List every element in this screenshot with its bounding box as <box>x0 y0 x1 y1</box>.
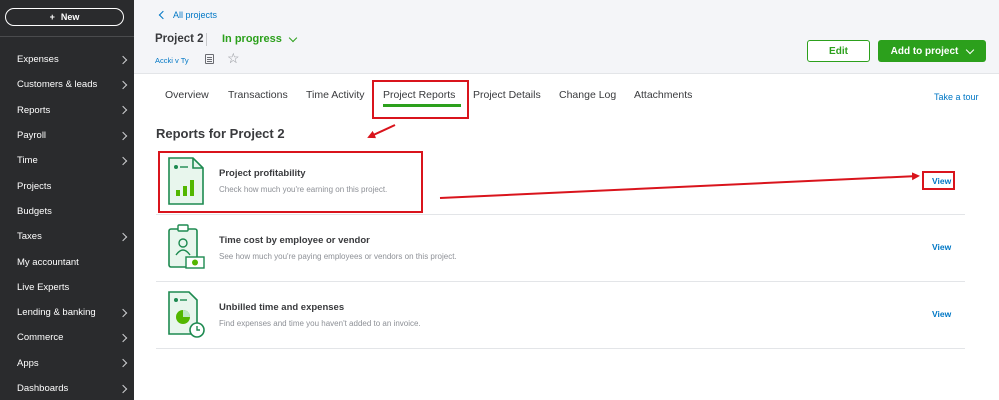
sidebar-item-time[interactable]: Time <box>0 148 134 173</box>
sidebar-item-lending-banking[interactable]: Lending & banking <box>0 300 134 325</box>
report-row-unbilled: Unbilled time and expenses Find expenses… <box>156 282 965 349</box>
chevron-right-icon <box>118 55 128 64</box>
sidebar-divider <box>0 36 134 37</box>
sidebar-nav: Expenses Customers & leads Reports Payro… <box>0 47 134 400</box>
add-to-project-button[interactable]: Add to project <box>878 40 986 62</box>
annotation-box-project-reports-tab <box>372 80 469 119</box>
new-button[interactable]: + New <box>5 8 124 26</box>
project-title: Project 2 <box>155 33 204 45</box>
chevron-right-icon <box>118 131 128 140</box>
sidebar-item-expenses[interactable]: Expenses <box>0 47 134 72</box>
time-cost-report-icon <box>168 224 205 269</box>
tab-change-log[interactable]: Change Log <box>559 89 616 101</box>
title-divider <box>206 33 207 46</box>
edit-button[interactable]: Edit <box>807 40 870 62</box>
new-button-label: New <box>60 12 80 22</box>
star-icon[interactable]: ☆ <box>227 50 240 67</box>
tab-time-activity[interactable]: Time Activity <box>306 89 365 101</box>
status-dropdown[interactable]: In progress <box>222 33 298 45</box>
chevron-right-icon <box>118 105 128 115</box>
sidebar-item-budgets[interactable]: Budgets <box>0 199 134 224</box>
tab-project-details[interactable]: Project Details <box>473 89 541 101</box>
tab-transactions[interactable]: Transactions <box>228 89 288 101</box>
chevron-down-icon <box>966 45 975 54</box>
report-title[interactable]: Time cost by employee or vendor <box>219 235 370 246</box>
view-time-cost-link[interactable]: View <box>932 242 951 252</box>
sidebar-item-reports[interactable]: Reports <box>0 98 134 123</box>
sidebar-item-apps[interactable]: Apps <box>0 351 134 376</box>
annotation-arrow-to-section <box>367 124 396 139</box>
memo-icon[interactable] <box>205 54 214 64</box>
customer-link[interactable]: Accki v Ty <box>155 56 189 65</box>
sidebar-item-my-accountant[interactable]: My accountant <box>0 249 134 274</box>
back-to-projects-link[interactable]: All projects <box>158 10 217 20</box>
unbilled-report-icon <box>168 291 205 338</box>
report-description: Find expenses and time you haven't added… <box>219 319 421 328</box>
sidebar-item-customers-leads[interactable]: Customers & leads <box>0 72 134 97</box>
sidebar-item-taxes[interactable]: Taxes <box>0 224 134 249</box>
view-unbilled-link[interactable]: View <box>932 309 951 319</box>
chevron-right-icon <box>118 308 128 317</box>
tab-attachments[interactable]: Attachments <box>634 89 692 101</box>
left-sidebar: + New Expenses Customers & leads Reports… <box>0 0 134 400</box>
project-header: All projects Project 2 In progress Accki… <box>134 0 999 74</box>
sidebar-item-commerce[interactable]: Commerce <box>0 325 134 350</box>
chevron-right-icon <box>118 80 128 90</box>
chevron-left-icon <box>158 10 168 20</box>
plus-icon: + <box>49 12 55 22</box>
chevron-right-icon <box>118 358 128 368</box>
tab-overview[interactable]: Overview <box>165 89 209 101</box>
project-tabs: Overview Transactions Time Activity Proj… <box>134 74 999 117</box>
sidebar-item-projects[interactable]: Projects <box>0 173 134 198</box>
sidebar-item-live-experts[interactable]: Live Experts <box>0 275 134 300</box>
report-title[interactable]: Unbilled time and expenses <box>219 302 344 313</box>
sidebar-item-payroll[interactable]: Payroll <box>0 123 134 148</box>
sidebar-item-dashboards[interactable]: Dashboards <box>0 376 134 400</box>
reports-section-title: Reports for Project 2 <box>156 126 285 141</box>
chevron-down-icon <box>288 33 298 42</box>
report-row-time-cost: Time cost by employee or vendor See how … <box>156 215 965 282</box>
take-a-tour-link[interactable]: Take a tour <box>934 92 979 102</box>
annotation-box-project-profitability <box>158 151 423 213</box>
chevron-right-icon <box>118 333 128 343</box>
annotation-box-view-link <box>922 171 955 190</box>
chevron-right-icon <box>118 232 128 241</box>
chevron-right-icon <box>118 384 128 393</box>
report-description: See how much you're paying employees or … <box>219 252 457 261</box>
chevron-right-icon <box>118 156 128 166</box>
